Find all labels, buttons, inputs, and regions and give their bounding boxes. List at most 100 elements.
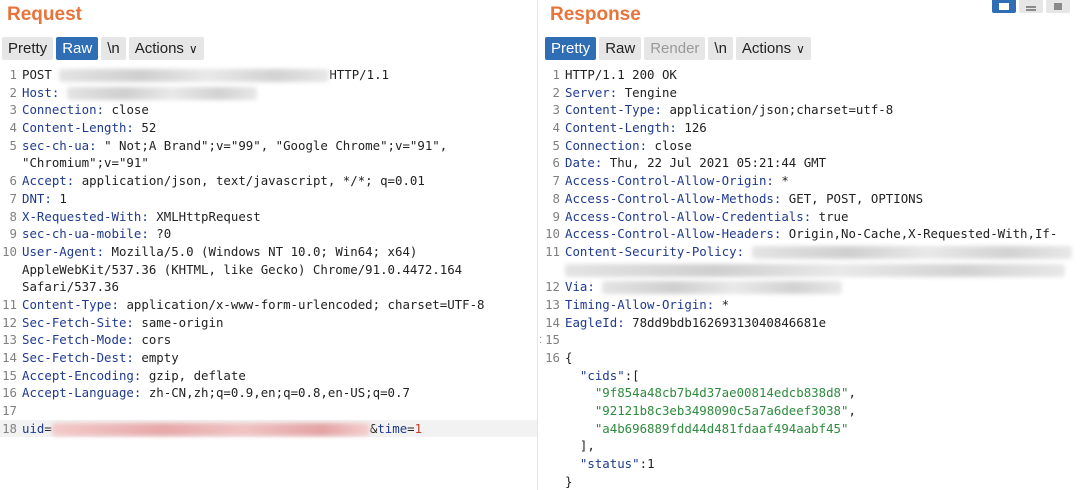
code-text: :1 xyxy=(639,456,655,472)
response-toolbar: Pretty Raw Render \n Actions ∨ xyxy=(545,37,811,61)
code-line: "a4b696889fdd44d481fdaaf494aabf45" xyxy=(543,420,1080,438)
code-line: "92121b8c3eb3498090c5a7a6deef3038", xyxy=(543,402,1080,420)
code-line: 2 Host: xyxy=(0,84,537,102)
code-text: POST xyxy=(22,67,60,82)
code-line: 16 { xyxy=(543,349,1080,367)
code-line: AppleWebKit/537.36 (KHTML, like Gecko) C… xyxy=(0,261,537,279)
line-number: 14 xyxy=(545,314,560,330)
code-line: 15 xyxy=(543,331,1080,349)
line-number: 13 xyxy=(2,332,17,348)
code-line: 13 Sec-Fetch-Mode: cors xyxy=(0,331,537,349)
header-name: "cids" xyxy=(565,367,625,383)
code-line: "cids":[ xyxy=(543,367,1080,385)
line-number: 11 xyxy=(2,296,17,312)
line-number: 15 xyxy=(2,367,17,383)
line-number: 7 xyxy=(9,190,17,206)
code-text: 52 xyxy=(141,120,157,136)
header-name: Access-Control-Allow-Origin: xyxy=(565,173,782,189)
line-number: 15 xyxy=(545,332,560,348)
request-tab-raw[interactable]: Raw xyxy=(56,37,99,60)
line-number: 8 xyxy=(9,208,17,224)
split-view-icon[interactable] xyxy=(992,0,1016,13)
code-text: same-origin xyxy=(141,314,224,330)
response-tab-newline[interactable]: \n xyxy=(708,37,733,60)
header-name: Date: xyxy=(565,155,610,171)
json-string: "a4b696889fdd44d481fdaaf494aabf45" xyxy=(565,420,849,436)
request-pane: Request Pretty Raw \n Actions ∨ 1 POST HTTP/1… xyxy=(0,0,537,490)
header-name: Sec-Fetch-Dest: xyxy=(22,350,142,365)
request-tab-label: Raw xyxy=(62,40,93,57)
header-name: "status" xyxy=(565,456,640,472)
code-line: 3 Content-Type: application/json;charset=… xyxy=(543,101,1080,119)
response-tab-raw[interactable]: Raw xyxy=(599,37,642,60)
header-name: Timing-Allow-Origin: xyxy=(565,296,722,312)
horizontal-view-icon[interactable] xyxy=(1019,0,1043,13)
code-line: 6 Accept: application/json, text/javascri… xyxy=(0,172,537,190)
header-name: DNT: xyxy=(22,190,60,206)
code-line: 17 xyxy=(0,402,537,420)
response-tab-label: Render xyxy=(650,40,700,57)
code-text: HTTP/1.1 200 OK xyxy=(565,67,677,82)
chevron-down-icon: ∨ xyxy=(796,42,805,56)
code-line: 14 EagleId: 78dd9bdb16269313040846681e xyxy=(543,314,1080,332)
line-number: 9 xyxy=(552,208,560,224)
header-name: Accept: xyxy=(22,173,82,189)
line-number: 12 xyxy=(2,314,17,330)
header-name: Via: xyxy=(565,279,603,295)
code-text: 126 xyxy=(684,120,707,136)
line-number: 16 xyxy=(2,385,17,401)
response-tab-actions[interactable]: Actions ∨ xyxy=(735,37,811,60)
code-text: zh-CN,zh;q=0.9,en;q=0.8,en-US;q=0.7 xyxy=(148,385,410,401)
code-line: 4 Content-Length: 52 xyxy=(0,119,537,137)
line-number: 11 xyxy=(545,243,560,259)
request-tab-label: Pretty xyxy=(8,40,48,57)
redacted-value xyxy=(66,86,257,100)
header-name: Accept-Language: xyxy=(22,385,149,401)
code-line: 13 Timing-Allow-Origin: * xyxy=(543,296,1080,314)
response-tab-label: Pretty xyxy=(551,40,591,57)
code-text: ], xyxy=(565,438,595,454)
code-line: 10 User-Agent: Mozilla/5.0 (Windows NT 10… xyxy=(0,243,537,261)
line-number: 7 xyxy=(552,173,560,189)
json-string: "92121b8c3eb3498090c5a7a6deef3038" xyxy=(565,403,849,419)
request-tab-newline[interactable]: \n xyxy=(101,37,126,60)
code-text: empty xyxy=(141,350,179,365)
code-text: 78dd9bdb16269313040846681e xyxy=(632,314,827,330)
code-line: 4 Content-Length: 126 xyxy=(543,119,1080,137)
line-number: 16 xyxy=(545,350,560,365)
code-text: Origin,No-Cache,X-Requested-With,If- xyxy=(788,226,1058,242)
code-text: application/json;charset=utf-8 xyxy=(669,102,894,118)
line-number: 5 xyxy=(552,137,560,153)
request-tab-pretty[interactable]: Pretty xyxy=(2,37,54,60)
line-number: 13 xyxy=(545,296,560,312)
response-title: Response xyxy=(550,4,641,25)
request-editor[interactable]: 1 POST HTTP/1.1 2 Host: 3 Connection: close 4… xyxy=(0,66,537,490)
request-tab-actions[interactable]: Actions ∨ xyxy=(128,37,204,60)
header-name: Sec-Fetch-Site: xyxy=(22,314,142,330)
line-number: 3 xyxy=(9,102,17,118)
vertical-view-icon[interactable] xyxy=(1046,0,1070,13)
response-tab-render: Render xyxy=(644,37,706,60)
json-string: "9f854a48cb7b4d37ae00814edcb838d8" xyxy=(565,385,849,401)
view-layout-toggle xyxy=(992,0,1070,13)
header-name: EagleId: xyxy=(565,314,633,330)
line-number: 8 xyxy=(552,190,560,206)
header-name: Content-Length: xyxy=(565,120,685,136)
code-line: 1 POST HTTP/1.1 xyxy=(0,66,537,84)
code-line: 9 sec-ch-ua-mobile: ?0 xyxy=(0,225,537,243)
code-line: 3 Connection: close xyxy=(0,101,537,119)
code-text: AppleWebKit/537.36 (KHTML, like Gecko) C… xyxy=(22,261,463,277)
header-name: Content-Security-Policy: xyxy=(565,243,752,259)
redacted-value xyxy=(602,281,843,295)
code-text: Tengine xyxy=(624,84,677,100)
response-tab-label: Raw xyxy=(605,40,636,57)
divider-grip-icon[interactable]: · · xyxy=(539,334,542,349)
line-number: 9 xyxy=(9,226,17,242)
code-text: { xyxy=(565,350,573,365)
response-tab-pretty[interactable]: Pretty xyxy=(545,37,597,60)
response-editor[interactable]: 1 HTTP/1.1 200 OK 2 Server: Tengine 3 Content… xyxy=(543,66,1080,490)
code-line: 9 Access-Control-Allow-Credentials: true xyxy=(543,208,1080,226)
code-line: ], xyxy=(543,437,1080,455)
redacted-value xyxy=(751,245,1072,259)
header-name: Connection: xyxy=(22,102,112,118)
